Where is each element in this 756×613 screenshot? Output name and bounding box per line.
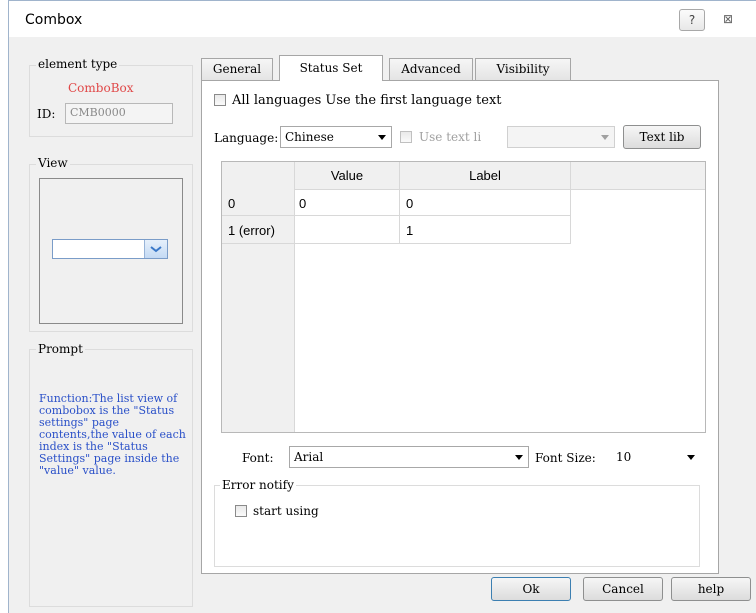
combox-dialog: Combox ? ⊠ element type ComboBox ID: CMB…	[8, 0, 756, 613]
help-button[interactable]: help	[671, 577, 751, 601]
row-label[interactable]: 1	[402, 217, 417, 244]
start-using-label: start using	[253, 504, 319, 518]
dropdown-arrow-icon	[687, 455, 695, 460]
cancel-button[interactable]: Cancel	[583, 577, 663, 601]
language-value: Chinese	[285, 130, 334, 144]
row-value[interactable]: 0	[295, 190, 310, 217]
font-label: Font:	[242, 451, 274, 465]
title-bar: Combox ? ⊠	[9, 1, 756, 37]
dropdown-arrow-icon	[378, 135, 386, 140]
table-row[interactable]	[222, 189, 571, 216]
prompt-group	[29, 349, 193, 607]
row-label[interactable]: 0	[402, 190, 417, 217]
language-label: Language:	[214, 131, 279, 145]
close-icon: ⊠	[722, 12, 734, 26]
tab-status-set[interactable]: Status Set	[279, 55, 383, 81]
id-field[interactable]: CMB0000	[65, 103, 173, 124]
language-select[interactable]: Chinese	[280, 126, 392, 148]
window-title: Combox	[25, 12, 83, 28]
text-lib-button[interactable]: Text lib	[623, 125, 701, 149]
start-using-checkbox[interactable]	[235, 505, 247, 517]
view-legend: View	[36, 156, 70, 170]
tab-advanced[interactable]: Advanced	[389, 58, 473, 80]
error-notify-legend: Error notify	[220, 478, 296, 492]
text-lib-select[interactable]	[507, 126, 615, 148]
question-mark-icon: ?	[688, 13, 696, 27]
help-titlebar-button[interactable]: ?	[679, 9, 705, 31]
row-value[interactable]	[295, 217, 303, 229]
use-text-lib-label: Use text li	[419, 130, 482, 144]
font-value: Arial	[294, 450, 324, 464]
font-size-value: 10	[616, 450, 632, 464]
prompt-text: Function:The list view of combobox is th…	[39, 392, 186, 477]
row-index: 1 (error)	[228, 223, 275, 238]
id-label: ID:	[37, 107, 56, 121]
font-size-select[interactable]: 10	[611, 446, 701, 468]
element-type-legend: element type	[36, 57, 120, 71]
dropdown-arrow-icon	[515, 455, 523, 460]
column-header-value: Value	[330, 168, 364, 183]
font-select[interactable]: Arial	[289, 446, 529, 468]
use-text-lib-checkbox[interactable]	[400, 131, 412, 143]
all-languages-label: All languages Use the first language tex…	[232, 93, 502, 108]
column-header-label: Label	[469, 168, 501, 183]
dropdown-arrow-icon	[601, 135, 609, 140]
error-notify-group	[214, 485, 700, 567]
tab-visibility[interactable]: Visibility	[475, 58, 571, 80]
preview-dropdown-button	[144, 240, 167, 258]
preview-combobox	[52, 239, 168, 259]
font-size-label: Font Size:	[535, 451, 596, 465]
row-index: 0	[228, 196, 236, 211]
all-languages-checkbox[interactable]	[214, 94, 226, 106]
close-button[interactable]: ⊠	[715, 9, 741, 31]
element-type-value: ComboBox	[68, 81, 134, 95]
ok-button[interactable]: Ok	[491, 577, 571, 601]
status-table[interactable]: Value Label 0 0 0 1 (error) 1	[221, 161, 706, 433]
view-preview	[39, 178, 183, 324]
tab-general[interactable]: General	[201, 58, 273, 80]
prompt-legend: Prompt	[36, 342, 85, 356]
element-type-group	[29, 65, 193, 137]
chevron-down-icon	[150, 246, 162, 253]
